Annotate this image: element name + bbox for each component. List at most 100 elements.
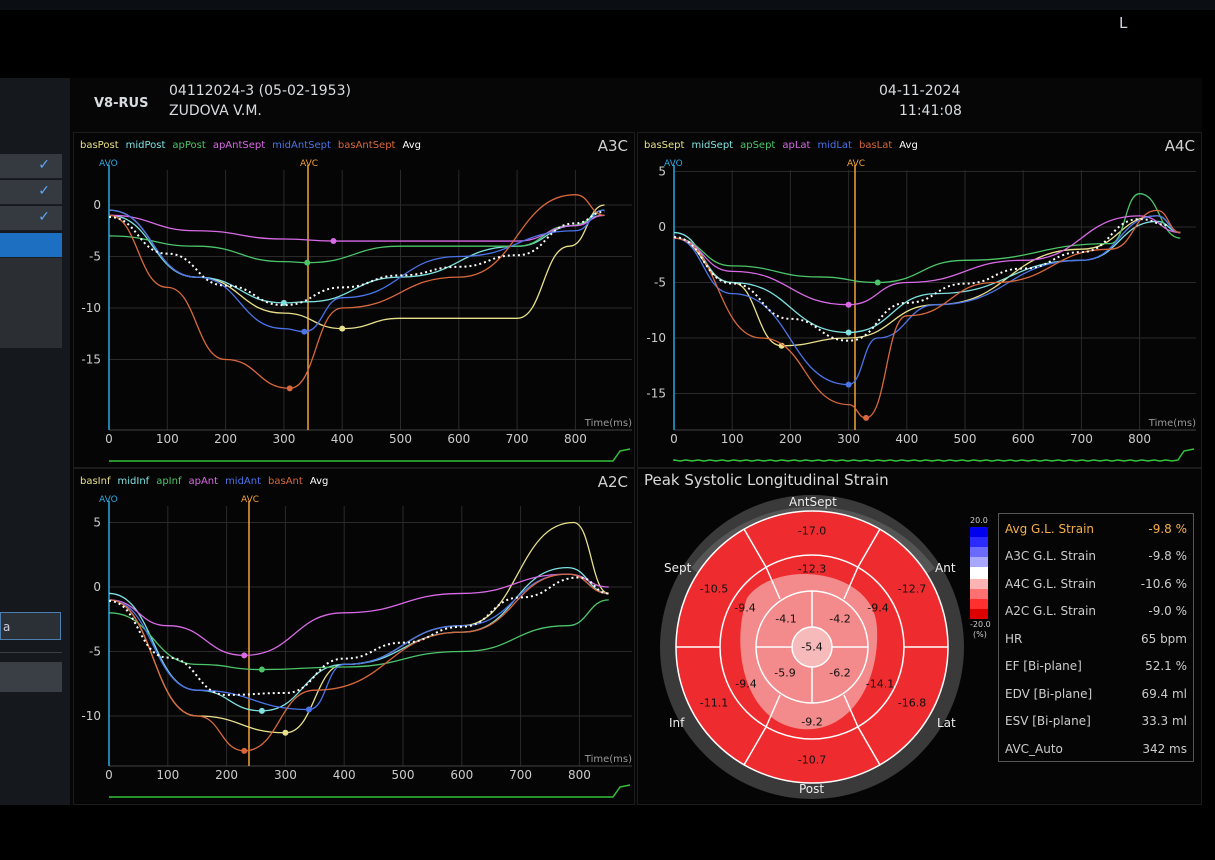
- segment-value: -10.5: [699, 582, 729, 596]
- sidebar-item-1[interactable]: ✓: [0, 154, 62, 179]
- x-tick-label: 600: [1012, 432, 1035, 446]
- y-tick-label: -5: [89, 645, 101, 659]
- segment-value: -14.1: [865, 677, 895, 691]
- x-tick-label: 0: [670, 432, 678, 446]
- x-tick-label: 500: [392, 768, 415, 782]
- summary-label: HR: [1005, 632, 1023, 646]
- x-tick-label: 800: [1128, 432, 1151, 446]
- avo-label: AVO: [99, 495, 118, 505]
- x-tick-label: 800: [564, 432, 587, 446]
- scale-bottom-label: -20.0: [970, 620, 991, 629]
- check-icon: ✓: [38, 183, 50, 199]
- bullseye-title: Peak Systolic Longitudinal Strain: [644, 471, 889, 489]
- ecg-trace: [109, 448, 631, 462]
- summary-row: A4C G.L. Strain -10.6 %: [1005, 577, 1187, 591]
- x-tick-label: 200: [215, 768, 238, 782]
- segment-value: -16.8: [897, 696, 927, 710]
- y-tick-label: -10: [646, 331, 666, 345]
- peak-marker: [286, 385, 293, 392]
- x-tick-label: 200: [214, 432, 237, 446]
- strain-curve: [673, 220, 1181, 334]
- sidebar-input[interactable]: a: [0, 612, 61, 640]
- strain-plot-a2c: 0 100 200 300 400 500 600 700 800 5 0 -5 -10 Time(ms)…: [81, 495, 632, 798]
- x-tick-label: 300: [274, 768, 297, 782]
- strain-curve: [673, 215, 1181, 306]
- segment-label-lat: Lat: [937, 716, 956, 730]
- y-tick-label: 0: [93, 580, 101, 594]
- y-tick-label: -5: [654, 276, 666, 290]
- sidebar-item-2[interactable]: ✓: [0, 180, 62, 205]
- summary-row: EF [Bi-plane] 52.1 %: [1005, 659, 1187, 673]
- peak-marker: [241, 652, 248, 659]
- ecg-trace: [109, 784, 631, 798]
- peak-marker: [863, 414, 870, 421]
- segment-value: -5.9: [774, 666, 796, 680]
- patient-name: ZUDOVA V.M.: [169, 103, 262, 119]
- summary-label: ESV [Bi-plane]: [1005, 714, 1091, 728]
- sidebar-item-3[interactable]: ✓: [0, 206, 62, 231]
- x-tick-label: 200: [779, 432, 802, 446]
- summary-value: 342 ms: [1142, 742, 1187, 756]
- summary-row: Avg G.L. Strain -9.8 %: [1005, 522, 1187, 536]
- segment-value: -17.0: [797, 524, 827, 538]
- y-tick-label: 5: [93, 516, 101, 530]
- x-tick-label: 600: [450, 768, 473, 782]
- avc-label: AVC: [300, 159, 318, 169]
- y-tick-label: 0: [93, 198, 101, 212]
- segment-value: -12.7: [897, 582, 927, 596]
- summary-label: A3C G.L. Strain: [1005, 549, 1097, 563]
- strain-curve: [108, 599, 609, 671]
- x-tick-label: 400: [333, 768, 356, 782]
- x-tick-label: 100: [156, 768, 179, 782]
- exam-date: 04-11-2024: [879, 83, 961, 99]
- x-tick-label: 0: [105, 432, 113, 446]
- exam-time: 11:41:08: [899, 103, 962, 119]
- peak-marker: [241, 747, 248, 754]
- summary-label: A2C G.L. Strain: [1005, 604, 1097, 618]
- summary-value: -10.6 %: [1140, 577, 1187, 591]
- sidebar-item-selected[interactable]: [0, 233, 62, 258]
- check-icon: ✓: [38, 209, 50, 225]
- segment-value: -4.1: [775, 612, 797, 626]
- y-tick-label: -15: [646, 387, 666, 401]
- peak-marker: [301, 328, 308, 335]
- segment-value: -9.2: [801, 715, 823, 729]
- avc-label: AVC: [241, 495, 259, 505]
- plot-panel-a2c: basInf midInf apInf apAnt midAnt basAnt Avg A2…: [73, 468, 635, 805]
- summary-value: -9.8 %: [1148, 522, 1187, 536]
- summary-row: EDV [Bi-plane] 69.4 ml: [1005, 687, 1187, 701]
- peak-marker: [305, 706, 312, 713]
- strain-curve: [108, 566, 609, 712]
- peak-marker: [339, 325, 346, 332]
- segment-value: -6.2: [829, 666, 851, 680]
- segment-value: -5.4: [801, 640, 823, 654]
- ecg-trace: [673, 448, 1195, 462]
- scale-top-label: 20.0: [970, 516, 988, 525]
- sidebar: ✓ ✓ ✓: [0, 78, 70, 805]
- y-tick-label: -5: [89, 250, 101, 264]
- x-tick-label: 800: [568, 768, 591, 782]
- x-tick-label: 700: [1070, 432, 1093, 446]
- summary-table: Avg G.L. Strain -9.8 % A3C G.L. Strain -9.…: [998, 513, 1194, 762]
- check-icon: ✓: [38, 157, 50, 173]
- site-label: V8-RUS: [94, 96, 149, 111]
- summary-value: 52.1 %: [1145, 659, 1187, 673]
- x-tick-label: 100: [156, 432, 179, 446]
- avc-label: AVC: [847, 159, 865, 169]
- average-curve: [108, 210, 605, 307]
- plot-panel-a4c: basSept midSept apSept apLat midLat basLat Avg…: [637, 132, 1202, 468]
- strain-curve: [108, 204, 605, 330]
- segment-value: -4.2: [829, 612, 851, 626]
- strain-curve: [108, 573, 609, 711]
- strain-curve: [108, 573, 609, 657]
- sidebar-button[interactable]: [0, 662, 62, 692]
- strain-plot-a3c: 0 100 200 300 400 500 600 700 800 0 -5 -10 -15 Time(m…: [81, 159, 632, 462]
- x-tick-label: 100: [721, 432, 744, 446]
- average-curve: [673, 218, 1169, 342]
- peak-marker: [330, 238, 337, 245]
- peak-marker: [282, 729, 289, 736]
- sidebar-blank-area: [0, 258, 62, 348]
- summary-label: Avg G.L. Strain: [1005, 522, 1095, 536]
- segment-label-sept: Sept: [664, 561, 692, 575]
- peak-marker: [845, 329, 852, 336]
